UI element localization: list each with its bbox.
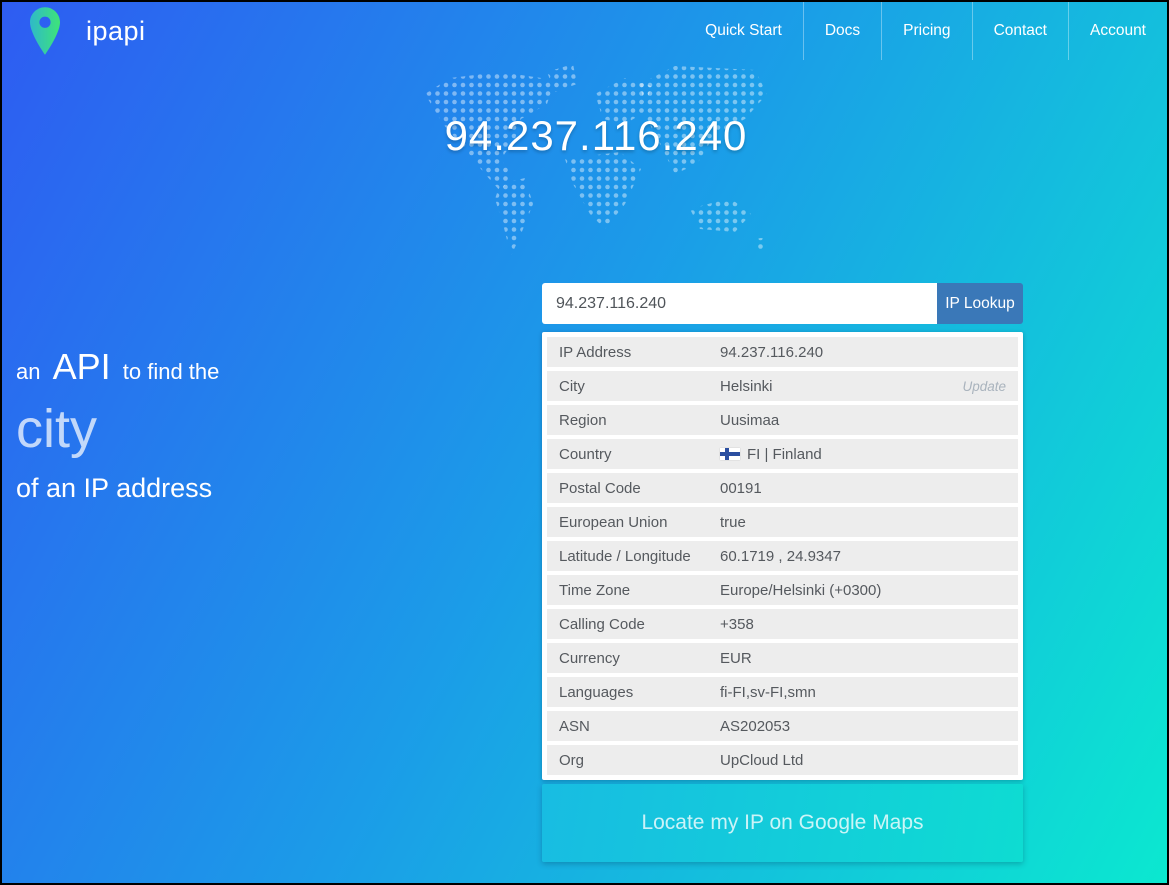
tagline-line1: an API to find the xyxy=(16,349,220,387)
lookup-panel: IP Lookup IP Address 94.237.116.240 City… xyxy=(542,283,1023,862)
table-row: IP Address 94.237.116.240 xyxy=(547,337,1018,367)
row-value-wrap: FI | Finland xyxy=(720,446,822,463)
tagline-api: API xyxy=(52,346,111,387)
ip-search-input[interactable] xyxy=(542,283,937,324)
row-value-wrap: +358 xyxy=(720,616,754,633)
row-value: AS202053 xyxy=(720,717,791,735)
row-value-wrap: fi-FI,sv-FI,smn xyxy=(720,684,816,701)
table-row: Time Zone Europe/Helsinki (+0300) xyxy=(547,575,1018,605)
tagline-prefix: an xyxy=(16,359,41,384)
map-pin-icon xyxy=(30,7,60,55)
row-value: Europe/Helsinki (+0300) xyxy=(720,581,882,599)
row-label: IP Address xyxy=(559,343,632,361)
row-value-wrap: UpCloud Ltd xyxy=(720,752,803,769)
row-action-link[interactable]: Update xyxy=(962,379,1006,394)
detected-ip-heading: 94.237.116.240 xyxy=(444,112,748,159)
tagline-line3: of an IP address xyxy=(16,473,213,503)
row-label: ASN xyxy=(559,717,590,735)
ip-lookup-button[interactable]: IP Lookup xyxy=(937,283,1023,324)
row-value: EUR xyxy=(720,649,752,667)
row-value-wrap: 00191 xyxy=(720,480,762,497)
row-label: Org xyxy=(559,751,585,769)
row-label: Region xyxy=(559,411,607,429)
table-row: Region Uusimaa xyxy=(547,405,1018,435)
table-row: Postal Code 00191 xyxy=(547,473,1018,503)
row-value-wrap: 94.237.116.240 xyxy=(720,344,823,361)
row-value: 60.1719 , 24.9347 xyxy=(720,547,841,565)
tagline-suffix: to find the xyxy=(122,359,220,384)
row-value-wrap: Helsinki xyxy=(720,378,773,395)
table-row: ASN AS202053 xyxy=(547,711,1018,741)
logo-text: ipapi xyxy=(86,15,146,46)
ipapi-homepage: ipapi Quick Start Docs Pricing Contact A… xyxy=(0,0,1169,885)
top-navbar: ipapi Quick Start Docs Pricing Contact A… xyxy=(2,2,1167,60)
table-row: European Union true xyxy=(547,507,1018,537)
row-value: +358 xyxy=(720,615,754,633)
nav-pricing[interactable]: Pricing xyxy=(881,2,971,60)
row-label: Country xyxy=(559,445,612,463)
table-row: Currency EUR xyxy=(547,643,1018,673)
row-label: City xyxy=(559,377,585,395)
row-value-wrap: true xyxy=(720,514,746,531)
row-value-wrap: EUR xyxy=(720,650,752,667)
table-row: Calling Code +358 xyxy=(547,609,1018,639)
row-label: European Union xyxy=(559,513,668,531)
locate-on-google-maps-button[interactable]: Locate my IP on Google Maps xyxy=(542,784,1023,862)
row-label: Latitude / Longitude xyxy=(559,547,691,565)
nav-account[interactable]: Account xyxy=(1067,2,1167,60)
world-map-dots xyxy=(425,64,767,256)
table-row: City Helsinki Update xyxy=(547,371,1018,401)
row-value: 94.237.116.240 xyxy=(720,343,824,361)
row-value: 00191 xyxy=(720,479,762,497)
row-label: Time Zone xyxy=(559,581,631,599)
row-label: Postal Code xyxy=(559,479,641,497)
table-row: Country FI | Finland xyxy=(547,439,1018,469)
row-value-wrap: Uusimaa xyxy=(720,412,779,429)
finland-flag-icon xyxy=(720,448,740,460)
row-value: UpCloud Ltd xyxy=(720,751,804,769)
table-row: Languages fi-FI,sv-FI,smn xyxy=(547,677,1018,707)
row-value-wrap: Europe/Helsinki (+0300) xyxy=(720,582,881,599)
tagline: an API to find the city of an IP address xyxy=(16,349,220,505)
lookup-form: IP Lookup xyxy=(542,283,1023,324)
result-rows: IP Address 94.237.116.240 City Helsinki … xyxy=(547,337,1018,775)
logo[interactable]: ipapi xyxy=(2,7,146,55)
row-label: Currency xyxy=(559,649,620,667)
row-value-wrap: AS202053 xyxy=(720,718,790,735)
row-value: fi-FI,sv-FI,smn xyxy=(720,683,816,701)
nav-quick-start[interactable]: Quick Start xyxy=(684,2,803,60)
result-card: IP Address 94.237.116.240 City Helsinki … xyxy=(542,332,1023,780)
main-nav: Quick Start Docs Pricing Contact Account xyxy=(684,2,1167,60)
nav-docs[interactable]: Docs xyxy=(802,2,881,60)
row-label: Calling Code xyxy=(559,615,645,633)
table-row: Org UpCloud Ltd xyxy=(547,745,1018,775)
nav-contact[interactable]: Contact xyxy=(971,2,1068,60)
table-row: Latitude / Longitude 60.1719 , 24.9347 xyxy=(547,541,1018,571)
tagline-highlight: city xyxy=(16,399,97,459)
row-value: Helsinki xyxy=(720,377,773,395)
row-value: true xyxy=(720,513,746,531)
row-value: FI | Finland xyxy=(747,445,822,463)
row-value: Uusimaa xyxy=(720,411,780,429)
row-value-wrap: 60.1719 , 24.9347 xyxy=(720,548,841,565)
row-label: Languages xyxy=(559,683,634,701)
